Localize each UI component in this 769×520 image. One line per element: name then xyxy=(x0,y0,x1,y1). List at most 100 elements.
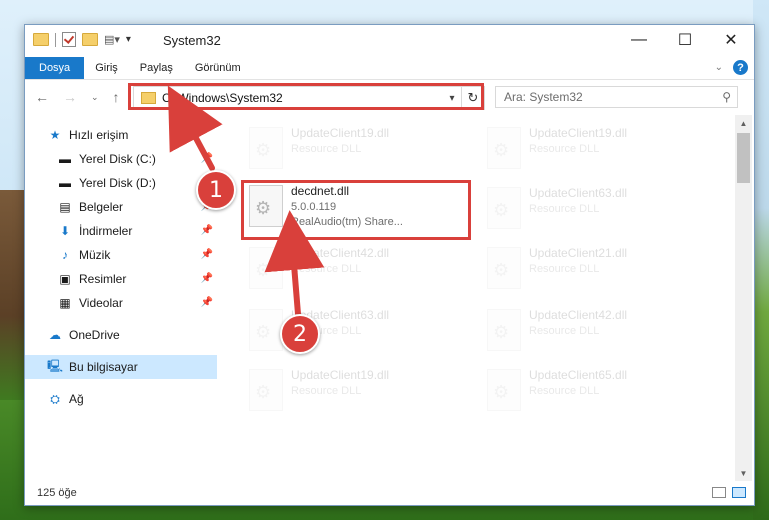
properties-icon[interactable] xyxy=(62,32,76,47)
file-name: UpdateClient63.dll xyxy=(529,186,628,200)
sidebar-item-pictures[interactable]: ▣ Resimler 📌 xyxy=(25,267,217,291)
file-name: UpdateClient42.dll xyxy=(291,246,390,260)
recent-dropdown-icon[interactable]: ⌄ xyxy=(91,89,99,105)
dll-file-icon xyxy=(487,127,521,169)
close-button[interactable]: ✕ xyxy=(708,25,754,55)
sidebar-item-disk-c[interactable]: ▬ Yerel Disk (C:) 📌 xyxy=(25,147,217,171)
tab-share[interactable]: Paylaş xyxy=(129,57,184,79)
search-placeholder: Ara: System32 xyxy=(504,90,583,104)
callout-1: 1 xyxy=(196,170,236,210)
status-bar: 125 öğe xyxy=(25,481,754,505)
sidebar-item-label: Yerel Disk (D:) xyxy=(79,176,156,190)
file-name: UpdateClient42.dll xyxy=(529,308,628,322)
up-icon[interactable]: ↑ xyxy=(113,89,120,105)
dll-file-icon xyxy=(249,309,283,351)
file-name: UpdateClient19.dll xyxy=(291,126,390,140)
music-icon: ♪ xyxy=(62,248,68,262)
tab-file[interactable]: Dosya xyxy=(25,57,85,79)
file-item[interactable]: UpdateClient63.dll Resource DLL xyxy=(249,305,449,355)
computer-icon: 🖳 xyxy=(47,358,64,373)
sidebar-item-label: Müzik xyxy=(79,248,111,262)
ribbon-tabs: Dosya Giriş Paylaş Görünüm ⌄ ? xyxy=(25,57,754,80)
pin-icon[interactable]: 📌 xyxy=(201,249,213,260)
pin-icon[interactable]: 📌 xyxy=(201,273,213,284)
scroll-down-icon[interactable]: ▼ xyxy=(735,465,752,481)
sidebar-item-videos[interactable]: ▦ Videolar 📌 xyxy=(25,291,217,315)
file-item[interactable]: UpdateClient42.dll Resource DLL xyxy=(249,243,449,293)
file-type: Resource DLL xyxy=(529,385,600,397)
details-view-icon[interactable] xyxy=(712,487,726,498)
scroll-thumb[interactable] xyxy=(737,133,750,183)
search-input[interactable]: Ara: System32 ⚲ xyxy=(495,86,738,108)
file-name: UpdateClient65.dll xyxy=(529,368,628,382)
back-icon[interactable]: ← xyxy=(35,89,49,105)
dll-file-icon xyxy=(487,369,521,411)
expand-ribbon-icon[interactable]: ⌄ xyxy=(715,62,723,73)
vertical-scrollbar[interactable]: ▲ ▼ xyxy=(735,115,752,481)
sidebar-item-downloads[interactable]: ⬇ İndirmeler 📌 xyxy=(25,219,217,243)
sidebar-item-music[interactable]: ♪ Müzik 📌 xyxy=(25,243,217,267)
file-item[interactable]: UpdateClient63.dll Resource DLL xyxy=(487,183,687,233)
pictures-icon: ▣ xyxy=(59,272,71,286)
forward-icon[interactable]: → xyxy=(63,89,77,105)
file-name: UpdateClient21.dll xyxy=(529,246,628,260)
pin-icon[interactable]: 📌 xyxy=(201,297,213,308)
sidebar-item-label: Ağ xyxy=(69,392,84,406)
sidebar-item-label: Hızlı erişim xyxy=(69,128,129,142)
wallpaper-right xyxy=(753,0,769,520)
tiles-view-icon[interactable] xyxy=(732,487,746,498)
sidebar-item-label: Belgeler xyxy=(79,200,124,214)
folder-icon xyxy=(33,33,49,46)
tab-view[interactable]: Görünüm xyxy=(184,57,252,79)
quick-access-toolbar: ▤▾ ▾ xyxy=(33,32,131,47)
cloud-icon: ☁ xyxy=(49,328,61,342)
new-folder-icon[interactable] xyxy=(82,33,98,46)
address-row: ← → ⌄ ↑ C:\Windows\System32 ▾ ↻ Ara: Sys… xyxy=(25,80,754,114)
sidebar-item-quick-access[interactable]: ★ Hızlı erişim xyxy=(25,123,217,147)
sidebar-item-label: Yerel Disk (C:) xyxy=(79,152,156,166)
title-bar: ▤▾ ▾ System32 — ☐ ✕ xyxy=(25,25,754,57)
scroll-up-icon[interactable]: ▲ xyxy=(735,115,752,131)
customize-toolbar-icon[interactable]: ▤▾ xyxy=(104,33,120,46)
drive-icon: ▬ xyxy=(59,176,71,190)
file-item[interactable]: UpdateClient42.dll Resource DLL xyxy=(487,305,687,355)
sidebar-item-disk-d[interactable]: ▬ Yerel Disk (D:) 📌 xyxy=(25,171,217,195)
file-highlight xyxy=(241,180,471,240)
dll-file-icon xyxy=(249,369,283,411)
documents-icon: ▤ xyxy=(59,200,71,214)
maximize-button[interactable]: ☐ xyxy=(662,25,708,55)
file-list: UpdateClient19.dll Resource DLL decdnet.… xyxy=(235,115,735,471)
toolbar-dropdown-icon[interactable]: ▾ xyxy=(126,34,131,45)
file-item[interactable]: UpdateClient19.dll Resource DLL xyxy=(487,123,687,173)
file-item[interactable]: UpdateClient19.dll Resource DLL xyxy=(249,123,449,173)
file-type: Resource DLL xyxy=(291,385,362,397)
pin-icon[interactable]: 📌 xyxy=(201,153,213,164)
drive-icon: ▬ xyxy=(59,152,71,166)
sidebar-item-label: Bu bilgisayar xyxy=(69,360,138,374)
minimize-button[interactable]: — xyxy=(616,25,662,55)
download-icon: ⬇ xyxy=(59,224,71,238)
address-highlight xyxy=(128,83,484,110)
network-icon: ⛭ xyxy=(50,391,60,406)
file-item[interactable]: UpdateClient21.dll Resource DLL xyxy=(487,243,687,293)
file-item[interactable]: UpdateClient19.dll Resource DLL xyxy=(249,365,449,415)
help-icon[interactable]: ? xyxy=(733,60,748,75)
tab-home[interactable]: Giriş xyxy=(84,57,129,79)
pin-icon[interactable]: 📌 xyxy=(201,225,213,236)
sidebar-item-documents[interactable]: ▤ Belgeler 📌 xyxy=(25,195,217,219)
sidebar-item-label: Resimler xyxy=(79,272,127,286)
sidebar-item-onedrive[interactable]: ☁ OneDrive xyxy=(25,323,217,347)
wallpaper-left xyxy=(0,190,24,400)
file-type: Resource DLL xyxy=(529,203,600,215)
file-type: Resource DLL xyxy=(529,325,600,337)
window-title: System32 xyxy=(163,33,221,48)
file-item[interactable]: UpdateClient65.dll Resource DLL xyxy=(487,365,687,415)
sidebar-item-label: İndirmeler xyxy=(79,224,133,238)
sidebar-item-network[interactable]: ⛭ Ağ xyxy=(25,387,217,411)
explorer-window: ▤▾ ▾ System32 — ☐ ✕ Dosya Giriş Paylaş G… xyxy=(24,24,755,506)
file-name: UpdateClient19.dll xyxy=(529,126,628,140)
dll-file-icon xyxy=(487,247,521,289)
callout-2: 2 xyxy=(280,314,320,354)
search-icon[interactable]: ⚲ xyxy=(722,90,731,104)
sidebar-item-this-pc[interactable]: 🖳 Bu bilgisayar xyxy=(25,355,217,379)
